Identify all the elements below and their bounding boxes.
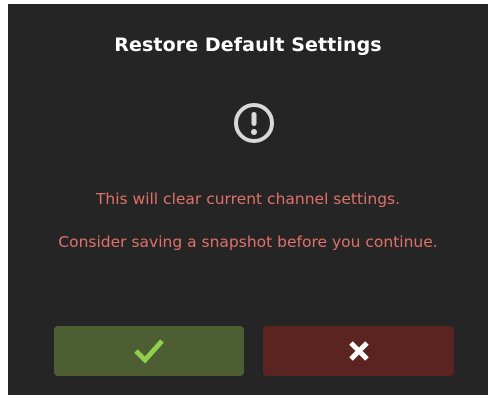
warning-message-line2: Consider saving a snapshot before you co…: [58, 233, 438, 251]
close-icon: [348, 340, 370, 362]
warning-message-line1: This will clear current channel settings…: [95, 190, 401, 208]
cancel-button[interactable]: [263, 326, 454, 376]
checkmark-icon: [133, 337, 165, 365]
dialog-title: Restore Default Settings: [114, 34, 382, 56]
confirm-button[interactable]: [54, 326, 244, 376]
exclamation-circle-icon: [233, 102, 275, 144]
restore-defaults-dialog: Restore Default Settings This will clear…: [8, 4, 488, 395]
